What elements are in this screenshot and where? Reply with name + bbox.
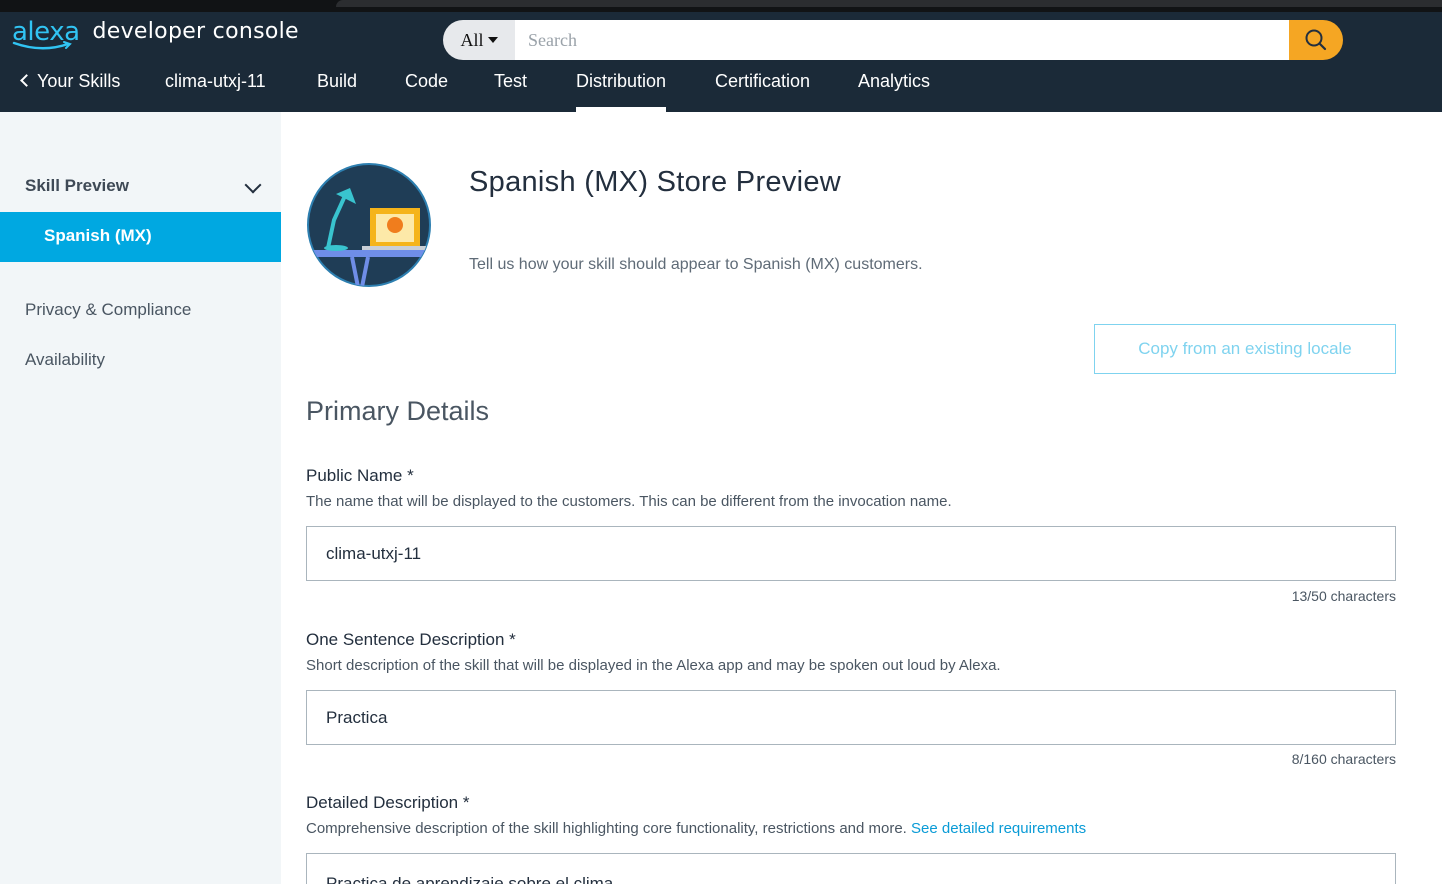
sidebar-section-skill-preview[interactable]: Skill Preview (25, 176, 129, 196)
detailed-description-help-text: Comprehensive description of the skill h… (306, 820, 907, 837)
alexa-smile-icon (12, 41, 72, 50)
tab-analytics[interactable]: Analytics (858, 68, 930, 112)
skill-name-link[interactable]: clima-utxj-11 (165, 68, 266, 112)
search-scope-label: All (460, 29, 484, 50)
back-to-skills-label: Your Skills (37, 71, 121, 91)
public-name-counter: 13/50 characters (1291, 588, 1396, 604)
search-button[interactable] (1289, 20, 1343, 60)
tab-test[interactable]: Test (494, 68, 527, 112)
top-header: alexa developer console All Your Skills … (0, 12, 1442, 112)
one-sentence-description-help: Short description of the skill that will… (306, 657, 1001, 674)
sidebar-item-availability[interactable]: Availability (25, 350, 105, 370)
chevron-down-icon[interactable] (244, 176, 262, 194)
page-title: Spanish (MX) Store Preview (469, 166, 842, 198)
one-sentence-description-label: One Sentence Description * (306, 630, 516, 649)
tab-code[interactable]: Code (405, 68, 448, 112)
copy-from-locale-button[interactable]: Copy from an existing locale (1094, 324, 1396, 374)
search-icon (1305, 29, 1327, 51)
console-wordmark: developer console (92, 19, 299, 44)
caret-down-icon (487, 37, 498, 43)
alexa-wordmark: alexa (12, 17, 80, 50)
back-to-skills-link[interactable]: Your Skills (20, 68, 121, 112)
detailed-description-label: Detailed Description * (306, 793, 470, 812)
detailed-description-help: Comprehensive description of the skill h… (306, 820, 1086, 837)
public-name-input[interactable] (306, 526, 1396, 581)
section-title-primary-details: Primary Details (306, 396, 490, 426)
one-sentence-description-counter: 8/160 characters (1291, 751, 1396, 767)
page-subtitle: Tell us how your skill should appear to … (469, 256, 923, 273)
brand-logo[interactable]: alexa developer console (12, 17, 299, 57)
tab-build[interactable]: Build (317, 68, 357, 112)
detailed-description-textarea[interactable]: Practica de aprendizaje sobre el clima (306, 853, 1396, 884)
store-preview-illustration (307, 163, 431, 287)
tab-certification[interactable]: Certification (715, 68, 810, 112)
search-input[interactable] (515, 20, 1289, 60)
browser-tab-shade (336, 0, 1442, 7)
sidebar: Skill Preview Spanish (MX) Privacy & Com… (0, 112, 281, 884)
browser-top-strip (0, 0, 1442, 12)
chevron-left-icon (20, 74, 33, 87)
sidebar-item-spanish-mx[interactable]: Spanish (MX) (0, 212, 281, 262)
search-scope-dropdown[interactable]: All (443, 20, 515, 60)
public-name-label: Public Name * (306, 466, 414, 485)
see-detailed-requirements-link[interactable]: See detailed requirements (911, 820, 1086, 837)
public-name-help: The name that will be displayed to the c… (306, 493, 952, 510)
tab-distribution[interactable]: Distribution (576, 68, 667, 112)
one-sentence-description-input[interactable] (306, 690, 1396, 745)
search-bar: All (443, 20, 1343, 60)
sidebar-item-privacy-compliance[interactable]: Privacy & Compliance (25, 300, 191, 320)
